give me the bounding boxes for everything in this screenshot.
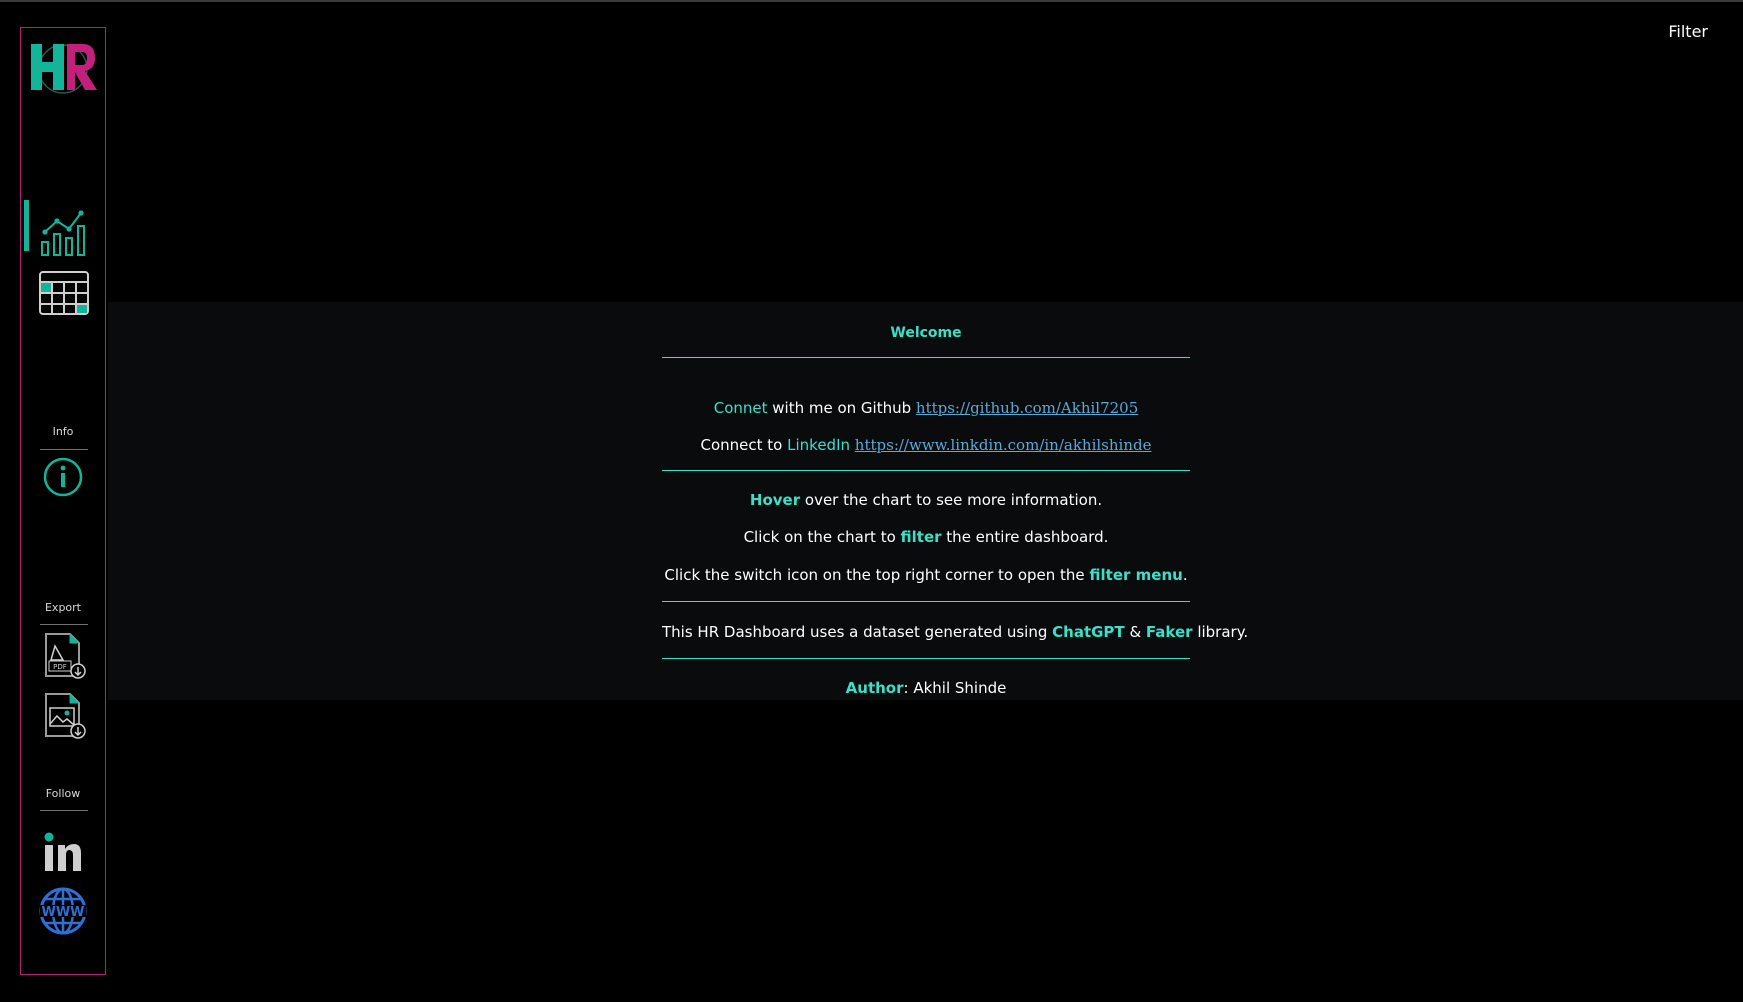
export-pdf-icon[interactable]: PDF [43, 632, 87, 684]
info-divider [40, 449, 88, 450]
dataset-suffix: library. [1192, 623, 1249, 641]
follow-divider [40, 810, 88, 811]
switch-suffix: . [1182, 566, 1188, 584]
github-connect-highlight: Connet [713, 399, 768, 417]
linkedin-icon[interactable]: in [43, 831, 83, 877]
sidebar: HR Info [20, 27, 106, 975]
export-section-label: Export [44, 601, 81, 614]
pdf-label: PDF [53, 663, 67, 671]
dataset-prefix: This HR Dashboard uses a dataset generat… [662, 623, 1053, 641]
instructions-divider [662, 601, 1190, 602]
dataset-line: This HR Dashboard uses a dataset generat… [662, 623, 1248, 641]
info-icon[interactable] [43, 457, 83, 501]
hr-logo: HR [29, 36, 99, 96]
top-border [0, 0, 1743, 2]
github-text: with me on Github [767, 399, 916, 417]
hover-highlight: Hover [749, 491, 801, 509]
www-label: WWW [41, 905, 84, 920]
welcome-divider [662, 357, 1190, 358]
chatgpt-highlight: ChatGPT [1052, 623, 1125, 641]
linkedin-highlight: LinkedIn [787, 436, 851, 454]
follow-section-label: Follow [45, 787, 81, 800]
click-line: Click on the chart to filter the entire … [662, 528, 1190, 546]
table-icon[interactable] [39, 271, 89, 319]
filter-button[interactable]: Filter [1668, 22, 1708, 41]
active-nav-indicator [24, 200, 29, 251]
click-suffix: the entire dashboard. [941, 528, 1109, 546]
chart-icon[interactable] [39, 208, 89, 262]
dataset-amp: & [1124, 623, 1146, 641]
welcome-title: Welcome [890, 325, 962, 341]
author-highlight: Author [845, 679, 904, 697]
click-prefix: Click on the chart to [743, 528, 901, 546]
website-globe-icon[interactable]: WWW [39, 887, 87, 939]
links-divider [662, 470, 1190, 471]
export-image-icon[interactable] [43, 692, 87, 744]
click-highlight: filter [900, 528, 942, 546]
github-link[interactable]: https://github.com/Akhil7205 [916, 399, 1138, 417]
linkedin-prefix: Connect to [700, 436, 788, 454]
info-section-label: Info [52, 425, 74, 438]
welcome-panel: Welcome Connet with me on Github https:/… [108, 302, 1743, 700]
faker-highlight: Faker [1145, 623, 1193, 641]
author-line: Author: Akhil Shinde [662, 679, 1190, 697]
author-name: : Akhil Shinde [903, 679, 1007, 697]
dataset-divider [662, 658, 1190, 659]
export-divider [40, 624, 88, 625]
hover-text: over the chart to see more information. [800, 491, 1103, 509]
linkedin-line: Connect to LinkedIn https://www.linkdin.… [662, 436, 1190, 454]
switch-highlight: filter menu [1089, 566, 1183, 584]
switch-prefix: Click the switch icon on the top right c… [664, 566, 1090, 584]
github-line: Connet with me on Github https://github.… [662, 399, 1190, 417]
hover-line: Hover over the chart to see more informa… [662, 491, 1190, 509]
switch-line: Click the switch icon on the top right c… [662, 566, 1190, 584]
linkedin-link[interactable]: https://www.linkdin.com/in/akhilshinde [855, 436, 1152, 454]
